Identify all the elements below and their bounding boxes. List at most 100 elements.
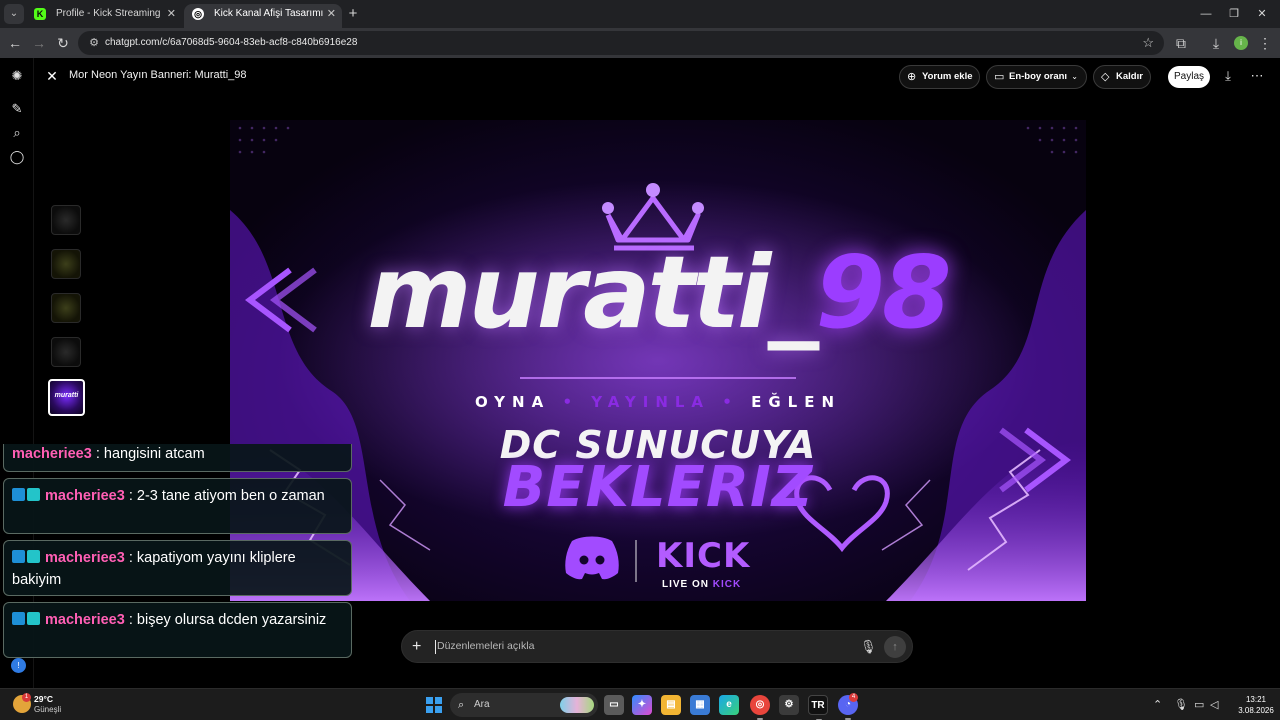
moderator-badge-icon xyxy=(27,550,40,563)
text-caret xyxy=(435,640,436,654)
eraser-icon: ◇ xyxy=(1101,71,1110,83)
tab-close-icon[interactable]: ✕ xyxy=(327,4,336,24)
banner-name-accent: 98 xyxy=(815,234,951,351)
attach-plus-icon[interactable]: + xyxy=(412,631,421,662)
weather-temperature[interactable]: 29°C xyxy=(34,694,53,704)
close-viewer-icon[interactable]: ✕ xyxy=(44,67,60,85)
back-button[interactable]: ← xyxy=(4,32,26,54)
chat-badges xyxy=(12,610,42,625)
tray-overflow-icon[interactable]: ⌃ xyxy=(1153,697,1162,713)
kick-logo-text: KICK xyxy=(656,536,751,576)
microphone-icon[interactable]: 🎙 xyxy=(860,631,877,662)
browser-menu-icon[interactable]: ⋮ xyxy=(1254,32,1276,54)
banner-image: muratti_98 OYNA • YAYINLA • EĞLEN DC SUN… xyxy=(230,120,1086,601)
edit-prompt-bar[interactable]: + Düzenlemeleri açıkla 🎙 ↑ xyxy=(401,630,913,663)
aspect-ratio-label: En-boy oranı xyxy=(1009,71,1068,82)
windows-taskbar: 1 29°C Güneşli ⌕ Ara ▭ ✦ ▤ ▦ e ◎ ⚙ TR ◔ … xyxy=(0,688,1280,720)
tagline-right: EĞLEN xyxy=(751,393,842,411)
openai-logo-icon[interactable]: ✺ xyxy=(8,67,26,85)
thumbnail-2[interactable] xyxy=(51,249,81,279)
browser-tab-strip: ⌄ K Profile - Kick Streaming ✕ ◎ Kick Ka… xyxy=(0,0,1280,28)
store-icon[interactable]: ▦ xyxy=(690,695,710,715)
chat-username[interactable]: macheriee3 xyxy=(45,550,125,566)
share-button[interactable]: Paylaş xyxy=(1168,66,1210,88)
chat-text: hangisini atcam xyxy=(103,446,205,462)
aspect-ratio-icon: ▭ xyxy=(994,71,1005,83)
chat-message: macheriee3 : kapatiyom yayını kliplere b… xyxy=(3,540,352,596)
downloads-icon[interactable]: ⤓ xyxy=(1205,32,1227,54)
chatgpt-image-viewer: ✺ ✎ ⌕ ◯ ✕ Mor Neon Yayın Banneri: Muratt… xyxy=(0,58,1280,688)
thumbnail-5-selected[interactable]: muratti xyxy=(48,379,85,416)
task-view-icon[interactable]: ▭ xyxy=(604,695,624,715)
chat-bubble-icon[interactable]: ◯ xyxy=(8,148,26,166)
tagline-separator: • xyxy=(722,393,739,411)
tab-title: Kick Kanal Afişi Tasarımı xyxy=(214,8,324,19)
tab-chatgpt[interactable]: ◎ Kick Kanal Afişi Tasarımı ✕ xyxy=(184,4,342,28)
new-chat-icon[interactable]: ✎ xyxy=(8,100,26,118)
tagline-separator: • xyxy=(562,393,580,411)
start-tile xyxy=(426,706,433,713)
forward-button[interactable]: → xyxy=(28,32,50,54)
moderator-badge-icon xyxy=(27,612,40,625)
send-button[interactable]: ↑ xyxy=(884,636,906,658)
banner-channel-name: muratti_98 xyxy=(230,238,1086,348)
taskbar-search[interactable]: ⌕ Ara xyxy=(450,693,598,717)
chat-text: 2-3 tane atiyom ben o zaman xyxy=(136,488,325,504)
tray-volume-icon[interactable]: ◁ xyxy=(1210,697,1218,713)
site-info-icon[interactable]: ⚙ xyxy=(86,34,102,52)
remove-label: Kaldır xyxy=(1116,71,1143,82)
thumbnail-3[interactable] xyxy=(51,293,81,323)
reload-button[interactable]: ↻ xyxy=(52,32,74,54)
thumbnail-1[interactable] xyxy=(51,205,81,235)
weather-condition[interactable]: Güneşli xyxy=(34,705,61,714)
profile-avatar[interactable]: i xyxy=(1234,36,1248,50)
chat-text: bişey olursa dcden yazarsiniz xyxy=(136,612,327,628)
sub-badge-icon xyxy=(12,612,25,625)
chat-username[interactable]: macheriee3 xyxy=(12,446,92,462)
banner-tagline: OYNA • YAYINLA • EĞLEN xyxy=(230,391,1086,413)
tr-app-icon[interactable]: TR xyxy=(808,695,828,720)
more-options-icon[interactable]: ⋯ xyxy=(1247,67,1267,85)
weather-alert-badge: 1 xyxy=(22,693,31,702)
start-tile xyxy=(426,697,433,704)
help-icon[interactable]: ! xyxy=(11,658,26,673)
bookmark-star-icon[interactable]: ☆ xyxy=(1142,31,1154,55)
edge-icon[interactable]: e xyxy=(719,695,739,715)
chrome-icon[interactable]: ◎ xyxy=(750,695,770,720)
search-icon[interactable]: ⌕ xyxy=(8,124,26,142)
tray-display-icon[interactable]: ▭ xyxy=(1194,697,1204,713)
remove-button[interactable]: ◇ Kaldır xyxy=(1093,65,1151,89)
banner-decoration xyxy=(230,126,1086,601)
kick-sub-accent: KICK xyxy=(712,579,742,590)
kick-favicon-icon: K xyxy=(34,8,46,20)
tagline-middle: YAYINLA xyxy=(591,393,711,411)
copilot-icon[interactable]: ✦ xyxy=(632,695,652,715)
download-icon[interactable]: ⤓ xyxy=(1218,67,1238,85)
file-explorer-icon[interactable]: ▤ xyxy=(661,695,681,715)
tab-close-icon[interactable]: ✕ xyxy=(167,4,176,24)
kick-live-label: LIVE ON KICK xyxy=(662,578,741,592)
system-clock[interactable]: 13:21 3.08.2026 xyxy=(1236,694,1276,716)
tab-search-button[interactable]: ⌄ xyxy=(4,4,24,24)
tab-kick-profile[interactable]: K Profile - Kick Streaming ✕ xyxy=(26,4,182,28)
thumbnail-4[interactable] xyxy=(51,337,81,367)
browser-toolbar: ← → ↻ ⚙ chatgpt.com/c/6a7068d5-9604-83eb… xyxy=(0,28,1280,58)
sub-badge-icon xyxy=(12,550,25,563)
add-comment-button[interactable]: ⊕ Yorum ekle xyxy=(899,65,980,89)
banner-line-2: BEKLERIZ xyxy=(502,455,814,520)
chat-username[interactable]: macheriee3 xyxy=(45,488,125,504)
aspect-ratio-dropdown[interactable]: ▭ En-boy oranı ⌄ xyxy=(986,65,1087,89)
discord-logo-icon xyxy=(565,536,619,580)
settings-gear-icon[interactable]: ⚙ xyxy=(779,695,799,715)
tray-mic-icon[interactable]: 🎙 xyxy=(1174,697,1188,713)
windows-start-icon[interactable] xyxy=(426,697,442,713)
window-close-button[interactable]: ✕ xyxy=(1244,4,1280,24)
url-text: chatgpt.com/c/6a7068d5-9604-83eb-acf8-c8… xyxy=(105,37,358,48)
sub-badge-icon xyxy=(12,488,25,501)
new-tab-button[interactable]: + xyxy=(344,4,362,24)
tab-title: Profile - Kick Streaming xyxy=(56,8,161,19)
address-bar[interactable]: ⚙ chatgpt.com/c/6a7068d5-9604-83eb-acf8-… xyxy=(78,31,1164,55)
extensions-icon[interactable]: ⧉ xyxy=(1170,32,1192,54)
chat-username[interactable]: macheriee3 xyxy=(45,612,125,628)
edit-prompt-input[interactable]: Düzenlemeleri açıkla xyxy=(437,631,534,662)
